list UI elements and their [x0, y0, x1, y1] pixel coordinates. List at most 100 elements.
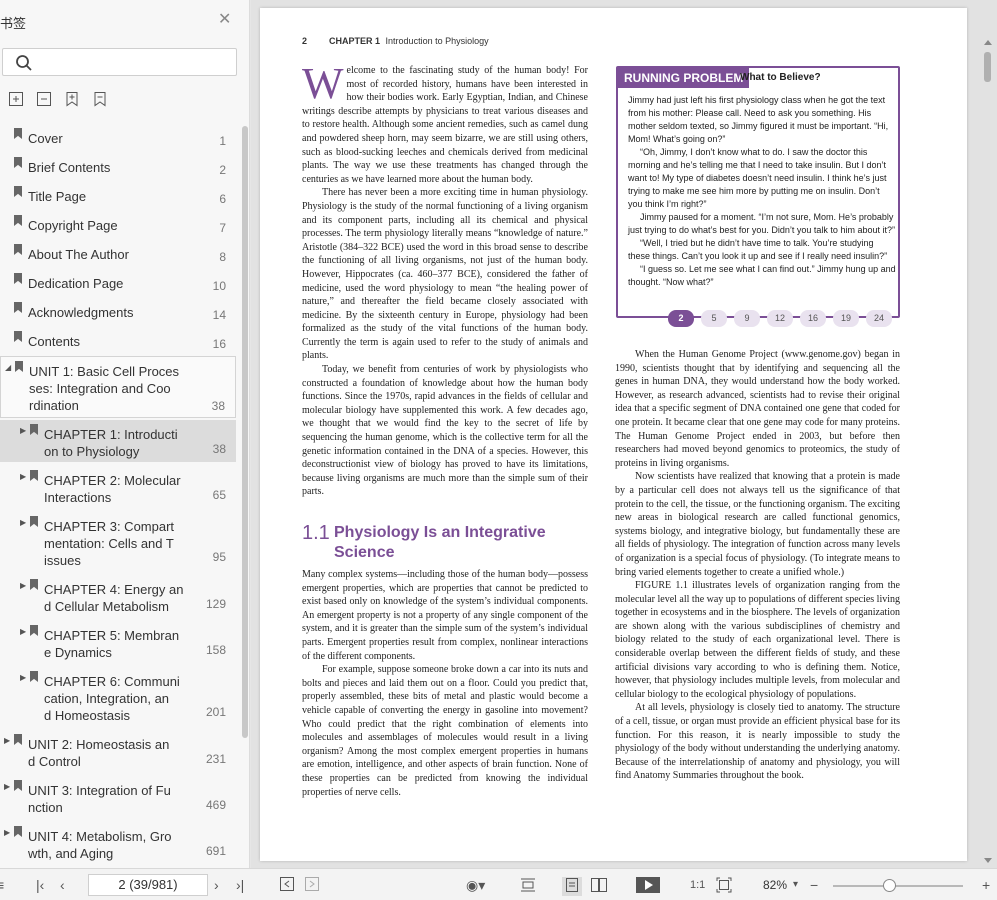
page-number-input[interactable]: 2 (39/981) — [88, 874, 208, 896]
page-width-icon[interactable] — [520, 877, 536, 896]
bookmark-panel: 书签 ✕ Cover 1 Brief Contents 2 Title Page 6 Cop… — [0, 0, 250, 868]
collapse-arrow-icon[interactable]: ◢ — [5, 363, 11, 372]
bookmark-icon — [14, 331, 22, 342]
running-problem-box: RUNNING PROBLEM What to Believe? Jimmy h… — [616, 66, 900, 318]
section-number: 1.1 — [302, 522, 330, 544]
bookmark-page-number: 1 — [219, 134, 226, 148]
toolbar-edge-icon[interactable]: ≡ — [0, 877, 4, 893]
left-column-section: Many complex systems—including those of … — [302, 568, 588, 799]
close-icon[interactable]: ✕ — [218, 12, 231, 28]
single-page-icon[interactable] — [562, 877, 582, 896]
expand-arrow-icon[interactable]: ▶ — [4, 736, 10, 745]
running-problem-page-chip: 9 — [734, 310, 760, 327]
expand-arrow-icon[interactable]: ▶ — [20, 581, 26, 590]
bookmark-item[interactable]: ▶ CHAPTER 4: Energy an d Cellular Metaboli… — [0, 575, 236, 617]
expand-arrow-icon[interactable]: ▶ — [20, 472, 26, 481]
bookmark-item[interactable]: Dedication Page 10 — [0, 269, 236, 299]
paragraph: Welcome to the fascinating study of the … — [302, 59, 588, 185]
bookmark-item[interactable]: Cover 1 — [0, 124, 236, 154]
fit-page-icon[interactable] — [716, 877, 732, 896]
first-page-icon[interactable]: |‹ — [36, 877, 44, 893]
paragraph: At all levels, physiology is closely tie… — [615, 702, 900, 782]
next-page-icon[interactable]: › — [214, 877, 219, 893]
bookmark-item[interactable]: Acknowledgments 14 — [0, 298, 236, 328]
expand-arrow-icon[interactable]: ▶ — [20, 627, 26, 636]
bookmark-item[interactable]: ▶ CHAPTER 5: Membran e Dynamics 158 — [0, 621, 236, 663]
scroll-down-arrow[interactable] — [984, 858, 992, 863]
bookmark-search-input[interactable] — [2, 48, 237, 76]
bookmark-label: UNIT 2: Homeostasis an d Control — [28, 737, 170, 769]
bookmark-item[interactable]: ▶ CHAPTER 6: Communi cation, Integration, … — [0, 667, 236, 725]
running-problem-page-chip: 24 — [866, 310, 892, 327]
prev-page-icon[interactable]: ‹ — [60, 877, 65, 893]
bookmark-icon — [30, 424, 38, 435]
zoom-value[interactable]: 82% — [763, 878, 787, 892]
bookmark-label: Contents — [28, 334, 81, 349]
add-bookmark-icon[interactable] — [64, 91, 80, 107]
bookmark-label: Brief Contents — [28, 160, 111, 175]
page-number: 2 — [302, 36, 308, 46]
sidebar-scrollbar[interactable] — [242, 126, 248, 738]
play-icon[interactable] — [636, 877, 660, 896]
running-problem-tag: RUNNING PROBLEM — [618, 68, 750, 88]
remove-bookmark-icon[interactable] — [92, 91, 108, 107]
bookmark-item[interactable]: ▶ UNIT 4: Metabolism, Gro wth, and Aging 69… — [0, 822, 236, 864]
bookmark-icon — [14, 215, 22, 226]
read-mode-icon[interactable]: ◉▾ — [466, 877, 485, 893]
bottom-toolbar: ≡ |‹ ‹ 2 (39/981) › ›| ◉▾ 1:1 82% ▾ − + — [0, 868, 997, 900]
bookmark-item[interactable]: Brief Contents 2 — [0, 153, 236, 183]
paragraph: When the Human Genome Project (www.genom… — [615, 349, 900, 469]
actual-size-icon[interactable]: 1:1 — [690, 877, 705, 893]
section-title: Physiology Is an Integrative Science — [334, 524, 546, 561]
bookmark-item[interactable]: ▶ CHAPTER 3: Compart mentation: Cells and … — [0, 512, 236, 570]
paragraph: FIGURE 1.1 illustrates levels of organiz… — [615, 580, 901, 700]
last-page-icon[interactable]: ›| — [236, 877, 244, 893]
bookmark-page-number: 2 — [219, 163, 226, 177]
bookmark-item[interactable]: ▶ CHAPTER 2: Molecular Interactions 65 — [0, 466, 236, 508]
bookmark-label: About The Author — [28, 247, 129, 262]
bookmark-icon — [14, 780, 22, 791]
expand-arrow-icon[interactable]: ▶ — [20, 518, 26, 527]
bookmark-page-number: 231 — [205, 752, 226, 766]
bookmark-item[interactable]: Contents 16 — [0, 327, 236, 357]
bookmark-item[interactable]: Copyright Page 7 — [0, 211, 236, 241]
collapse-all-icon[interactable] — [36, 91, 52, 107]
expand-all-icon[interactable] — [8, 91, 24, 107]
paragraph: Many complex systems—including those of … — [302, 569, 588, 662]
zoom-slider-handle[interactable] — [882, 879, 896, 892]
document-scrollbar[interactable] — [984, 52, 991, 82]
scroll-up-arrow[interactable] — [984, 40, 992, 45]
bookmark-icon — [14, 734, 22, 745]
bookmark-icon — [14, 826, 22, 837]
zoom-slider[interactable] — [833, 885, 963, 887]
expand-arrow-icon[interactable]: ▶ — [4, 828, 10, 837]
drop-cap: W — [302, 59, 344, 108]
expand-arrow-icon[interactable]: ▶ — [20, 426, 26, 435]
zoom-dropdown-icon[interactable]: ▾ — [793, 877, 798, 893]
left-column: Welcome to the fascinating study of the … — [302, 59, 588, 499]
two-page-icon[interactable] — [590, 877, 608, 896]
running-problem-page-chip: 2 — [668, 310, 694, 327]
bookmark-item[interactable]: ▶ UNIT 3: Integration of Fu nction 469 — [0, 776, 236, 818]
bookmark-item[interactable]: ◢ UNIT 1: Basic Cell Proces ses: Integrati… — [0, 356, 236, 418]
bookmark-item[interactable]: About The Author 8 — [0, 240, 236, 270]
bookmark-icon — [14, 157, 22, 168]
bookmark-item[interactable]: ▶ CHAPTER 1: Introducti on to Physiology 38 — [0, 420, 236, 462]
bookmark-page-number: 38 — [211, 399, 225, 413]
paragraph: There has never been a more exciting tim… — [302, 187, 588, 362]
bookmark-label: CHAPTER 1: Introducti on to Physiology — [44, 427, 178, 459]
back-icon[interactable] — [280, 877, 294, 894]
zoom-in-icon[interactable]: + — [982, 877, 990, 893]
expand-arrow-icon[interactable]: ▶ — [20, 673, 26, 682]
zoom-out-icon[interactable]: − — [810, 877, 818, 893]
bookmark-icon — [30, 516, 38, 527]
forward-icon[interactable] — [305, 877, 319, 894]
bookmark-panel-title: 书签 — [0, 16, 27, 31]
bookmark-label: Acknowledgments — [28, 305, 134, 320]
bookmark-item[interactable]: Title Page 6 — [0, 182, 236, 212]
bookmark-page-number: 8 — [219, 250, 226, 264]
bookmark-item[interactable]: ▶ UNIT 2: Homeostasis an d Control 231 — [0, 730, 236, 772]
bookmark-label: CHAPTER 6: Communi cation, Integration, a… — [44, 674, 180, 723]
bookmark-label: CHAPTER 3: Compart mentation: Cells and T… — [44, 519, 175, 568]
expand-arrow-icon[interactable]: ▶ — [4, 782, 10, 791]
